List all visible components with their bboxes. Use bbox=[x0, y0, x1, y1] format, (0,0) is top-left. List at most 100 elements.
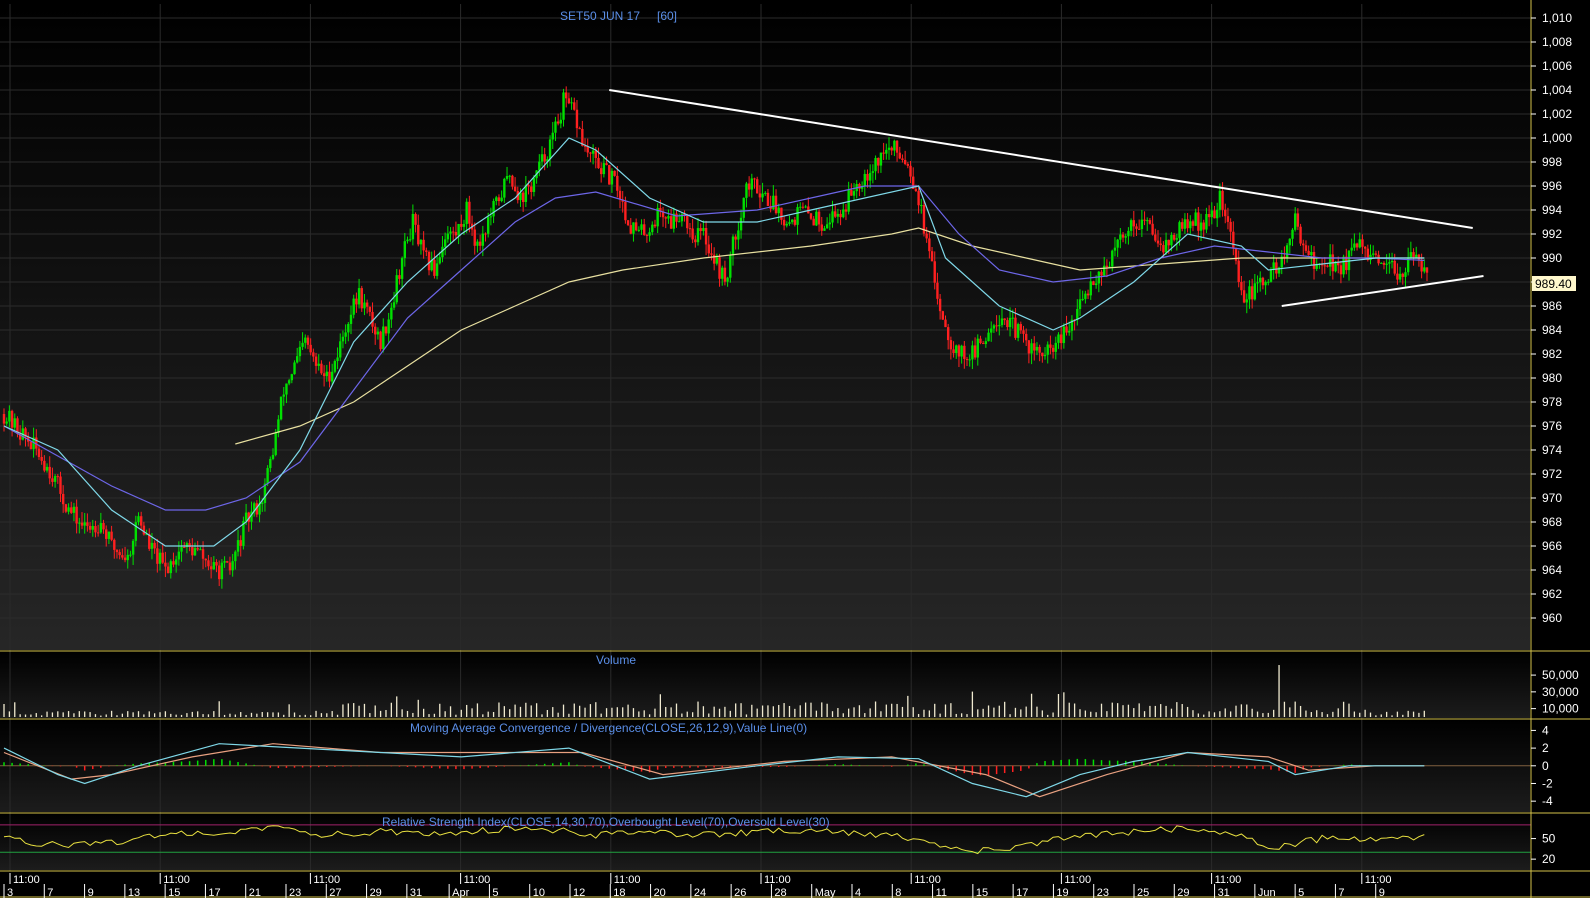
x-tick-label: 18 bbox=[613, 887, 625, 898]
candle-body bbox=[1011, 317, 1014, 319]
x-tick-label: Jun bbox=[1258, 887, 1276, 898]
candle-body bbox=[955, 345, 958, 354]
candle-body bbox=[1377, 254, 1380, 264]
y-tick-label: 976 bbox=[1542, 419, 1562, 433]
candle-body bbox=[1035, 346, 1039, 351]
candle-body bbox=[634, 222, 638, 231]
candle-body bbox=[460, 223, 463, 227]
candle-body bbox=[667, 216, 670, 219]
candle-body bbox=[457, 223, 460, 236]
candle-body bbox=[196, 548, 199, 550]
chart-root: 1,0101,0081,0061,0041,0021,0009989969949… bbox=[0, 0, 1590, 898]
candle-body bbox=[13, 418, 16, 428]
candle-body bbox=[301, 342, 304, 347]
candle-body bbox=[212, 562, 216, 570]
candle-body bbox=[1380, 262, 1383, 264]
candle-body bbox=[511, 175, 514, 187]
candle-body bbox=[753, 178, 756, 180]
candle-body bbox=[844, 209, 848, 212]
candle-body bbox=[279, 396, 283, 420]
candle-body bbox=[809, 213, 813, 219]
candle-body bbox=[172, 561, 175, 565]
candle-body bbox=[1113, 247, 1117, 251]
candle-body bbox=[298, 346, 302, 357]
candle-body bbox=[1355, 243, 1359, 248]
candle-body bbox=[764, 192, 767, 194]
candle-body bbox=[1159, 243, 1162, 246]
chart-title: SET50 JUN 17 bbox=[560, 9, 640, 23]
y-tick-label: 998 bbox=[1542, 155, 1562, 169]
candle-body bbox=[228, 562, 232, 571]
candle-body bbox=[799, 206, 802, 208]
candle-body bbox=[115, 549, 119, 553]
candle-body bbox=[1191, 221, 1195, 226]
candle-body bbox=[944, 319, 947, 328]
candle-body bbox=[1006, 320, 1009, 328]
x-tick-label: 10 bbox=[533, 887, 545, 898]
candle-body bbox=[1253, 283, 1257, 300]
x-time-label: 11:00 bbox=[1215, 874, 1242, 886]
macd-title: Moving Average Convergence / Divergence(… bbox=[410, 721, 807, 735]
candle-body bbox=[306, 337, 310, 345]
candle-body bbox=[570, 102, 573, 104]
candle-body bbox=[174, 559, 178, 565]
x-tick-label: 4 bbox=[855, 887, 861, 898]
candle-body bbox=[1092, 281, 1095, 286]
candle-body bbox=[726, 277, 729, 282]
candle-body bbox=[1059, 334, 1063, 344]
candle-body bbox=[317, 363, 320, 366]
candle-body bbox=[1385, 263, 1388, 265]
candle-body bbox=[1132, 220, 1135, 227]
candle-body bbox=[1218, 190, 1222, 210]
candle-body bbox=[314, 356, 318, 366]
candle-body bbox=[578, 128, 581, 130]
candle-body bbox=[1197, 212, 1200, 231]
x-time-label: 11:00 bbox=[614, 874, 641, 886]
x-tick-label: 13 bbox=[128, 887, 140, 898]
x-time-label: 11:00 bbox=[464, 874, 491, 886]
candle-body bbox=[497, 197, 501, 202]
candle-body bbox=[1213, 210, 1216, 219]
candle-body bbox=[403, 241, 407, 259]
candle-body bbox=[1224, 209, 1227, 217]
candle-body bbox=[121, 555, 124, 558]
candle-body bbox=[1081, 298, 1084, 300]
candle-body bbox=[1390, 260, 1394, 263]
candle-body bbox=[618, 190, 622, 200]
candle-body bbox=[742, 197, 745, 218]
candle-body bbox=[207, 560, 210, 567]
candle-body bbox=[992, 325, 996, 329]
candle-body bbox=[1162, 245, 1165, 253]
candle-body bbox=[53, 476, 57, 482]
candle-body bbox=[624, 201, 627, 221]
candle-body bbox=[686, 215, 689, 229]
candle-body bbox=[1293, 213, 1297, 230]
candle-body bbox=[422, 239, 425, 251]
candle-body bbox=[406, 239, 409, 242]
x-time-label: 11:00 bbox=[764, 874, 791, 886]
y-tick-label: 964 bbox=[1542, 563, 1562, 577]
candle-body bbox=[914, 189, 918, 192]
candle-body bbox=[554, 121, 557, 133]
candle-body bbox=[387, 319, 390, 334]
candle-body bbox=[8, 410, 11, 422]
candle-body bbox=[1347, 250, 1351, 271]
y-tick-label: 960 bbox=[1542, 611, 1562, 625]
candle-body bbox=[1261, 277, 1265, 286]
candle-body bbox=[785, 223, 788, 226]
candle-body bbox=[1210, 210, 1214, 218]
candle-body bbox=[269, 458, 272, 469]
y-tick-label: 2 bbox=[1542, 741, 1549, 755]
x-axis: 3 7 9 13 15 17 21 23 27 29 31 Apr 5 10 12 18 20 24 26 28 May… bbox=[3, 873, 1392, 898]
candle-body bbox=[565, 92, 568, 99]
candle-body bbox=[936, 282, 939, 299]
candle-body bbox=[113, 539, 116, 550]
candle-body bbox=[452, 231, 455, 233]
candle-body bbox=[721, 267, 724, 279]
candle-body bbox=[110, 531, 113, 540]
candle-body bbox=[575, 109, 579, 129]
candle-body bbox=[1215, 209, 1219, 219]
candle-body bbox=[129, 554, 132, 556]
candle-body bbox=[879, 152, 883, 166]
candle-body bbox=[629, 225, 632, 234]
